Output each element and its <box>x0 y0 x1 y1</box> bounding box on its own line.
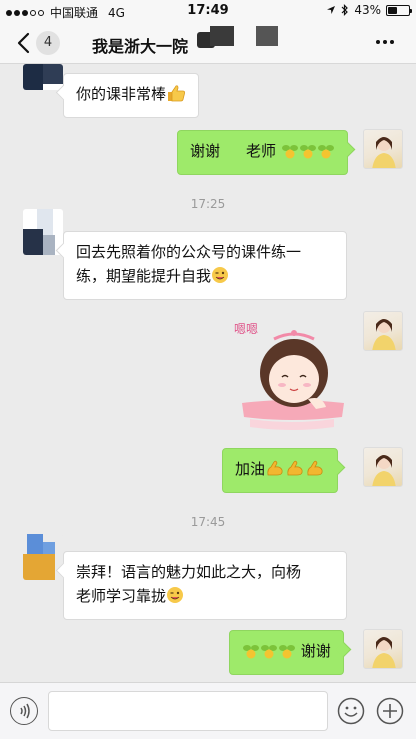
wink-icon <box>166 586 184 611</box>
battery-icon <box>386 4 412 16</box>
sprout-icon <box>242 642 260 666</box>
message-text: 老师 <box>246 142 277 160</box>
message-bubble-incoming[interactable]: 崇拜！语言的魅力如此之大，向杨 老师学习靠拢 <box>63 551 347 620</box>
message-text: 谢谢 <box>300 642 331 660</box>
redacted-name-block <box>210 26 234 46</box>
emoji-button-icon[interactable] <box>337 697 365 725</box>
contact-avatar[interactable] <box>23 64 63 90</box>
message-input[interactable] <box>48 691 328 731</box>
my-avatar[interactable] <box>363 447 403 487</box>
message-text: 回去先照着你的公众号的课件练一 <box>76 243 302 261</box>
sticker-message[interactable]: 嗯嗯 <box>230 317 352 435</box>
input-bar <box>0 682 416 739</box>
message-text: 老师学习靠拢 <box>76 587 167 605</box>
unread-count-badge[interactable]: 4 <box>36 31 60 55</box>
timestamp: 17:25 <box>190 197 226 211</box>
redacted-name-block <box>256 26 278 46</box>
muscle-icon <box>305 459 325 484</box>
sprout-icon <box>278 642 296 666</box>
message-text: 崇拜！语言的魅力如此之大，向杨 <box>76 563 302 581</box>
timestamp: 17:45 <box>190 515 226 529</box>
battery-percent: 43% <box>354 3 381 17</box>
chat-header: 4 我是浙大一院 <box>0 22 416 64</box>
message-text: 加油 <box>235 460 266 478</box>
sprout-icon <box>260 642 278 666</box>
message-bubble-outgoing[interactable]: 加油 <box>222 448 339 493</box>
contact-avatar[interactable] <box>23 534 63 580</box>
message-bubble-incoming[interactable]: 你的课非常棒 <box>63 73 200 118</box>
my-avatar[interactable] <box>363 311 403 351</box>
sprout-icon <box>299 142 317 166</box>
sprout-icon <box>317 142 335 166</box>
plus-button-icon[interactable] <box>376 697 404 725</box>
muscle-icon <box>265 459 285 484</box>
message-text: 你的课非常棒 <box>76 85 167 103</box>
message-bubble-incoming[interactable]: 回去先照着你的公众号的课件练一 练，期望能提升自我 <box>63 231 347 300</box>
my-avatar[interactable] <box>363 629 403 669</box>
wink-icon <box>211 266 229 291</box>
back-chevron-icon[interactable] <box>14 32 34 54</box>
message-bubble-outgoing[interactable]: 谢谢 老师 <box>177 130 348 175</box>
message-text: 练，期望能提升自我 <box>76 267 212 285</box>
location-arrow-icon <box>327 6 336 14</box>
sprout-icon <box>281 142 299 166</box>
message-bubble-outgoing[interactable]: 谢谢 <box>229 630 344 675</box>
thumbs-up-icon <box>166 84 186 109</box>
message-text: 谢谢 <box>190 142 221 160</box>
my-avatar[interactable] <box>363 129 403 169</box>
voice-icon <box>20 703 30 719</box>
sticker-text: 嗯嗯 <box>234 322 258 336</box>
message-list[interactable]: 你的课非常棒 谢谢 老师 17:25 回去先照着你的公众号的课件练一 练，期望能提… <box>0 64 416 682</box>
status-bar: 中国联通 4G 17:49 43% <box>0 0 416 22</box>
chat-title: 我是浙大一院 <box>92 37 189 56</box>
voice-input-button[interactable] <box>10 697 38 725</box>
bluetooth-icon <box>341 4 349 16</box>
more-options-icon[interactable] <box>376 40 394 44</box>
muscle-icon <box>285 459 305 484</box>
